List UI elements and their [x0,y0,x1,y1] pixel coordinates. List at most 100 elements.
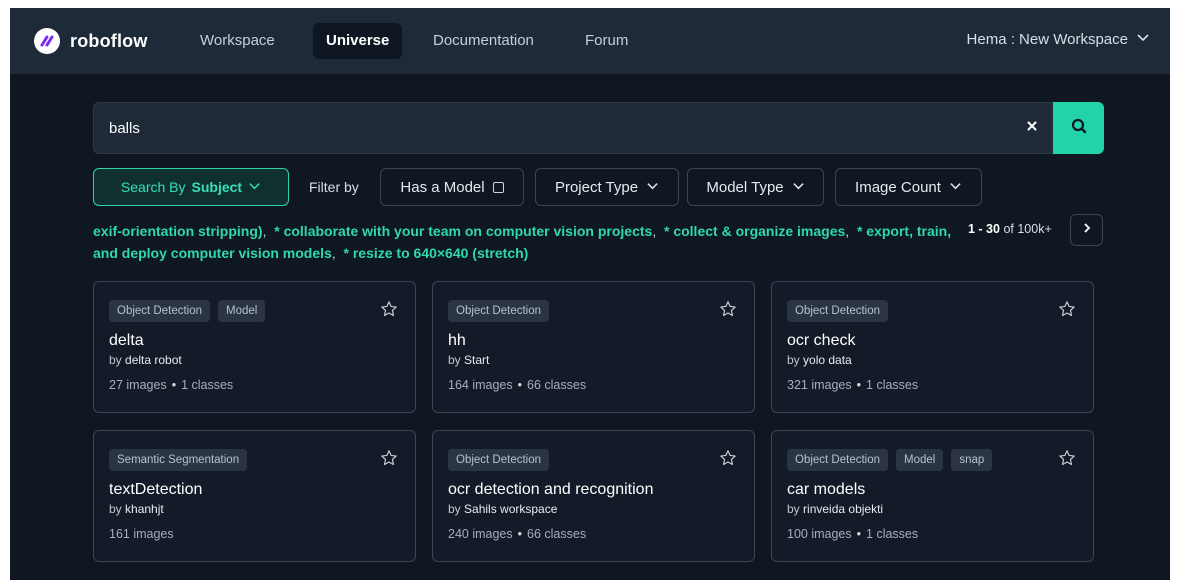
class-count: 1 classes [866,378,919,392]
chevron-down-icon [1136,30,1150,48]
type-badge: Object Detection [448,300,550,322]
card-owner: by delta robot [109,353,182,367]
owner-name: Sahils workspace [464,502,558,516]
project-card[interactable]: Object Detection Model delta by delta ro… [93,281,416,413]
card-owner: by khanhjt [109,502,164,516]
card-title: ocr check [787,332,856,349]
project-card[interactable]: Object Detection hh by Start 164 images •… [432,281,755,413]
chevron-down-icon [248,179,261,195]
tab-forum[interactable]: Forum [572,23,641,59]
chevron-down-icon [949,179,962,196]
class-count: 66 classes [527,527,587,541]
star-icon[interactable] [719,449,737,472]
star-icon[interactable] [380,449,398,472]
card-owner: by Sahils workspace [448,502,558,516]
workspace-name: Hema : New Workspace [966,30,1128,48]
card-badges: Object Detection Model snap [787,449,993,471]
card-title: ocr detection and recognition [448,481,654,498]
has-model-label: Has a Model [400,178,485,196]
project-type-filter[interactable]: Project Type [535,168,679,206]
class-count: 66 classes [527,378,587,392]
owner-name: rinveida objekti [803,502,884,516]
search-icon [1071,118,1087,139]
checkbox-icon [492,181,504,193]
model-type-filter[interactable]: Model Type [687,168,824,206]
search-input[interactable] [94,103,1029,153]
tag-list: exif-orientation stripping), * collabora… [93,223,952,261]
owner-name: yolo data [803,353,852,367]
search-bar [93,102,1104,154]
class-count: 1 classes [866,527,919,541]
workspace-switcher[interactable]: Hema : New Workspace [967,30,1150,48]
card-owner: by rinveida objekti [787,502,884,516]
card-owner: by yolo data [787,353,852,367]
star-icon[interactable] [719,300,737,323]
owner-name: Start [464,353,490,367]
card-meta: 164 images • 66 classes [448,378,587,392]
tag-badge: snap [951,449,993,471]
image-count: 321 images [787,378,852,392]
card-meta: 27 images • 1 classes [109,378,234,392]
card-badges: Object Detection [787,300,889,322]
image-count: 164 images [448,378,513,392]
next-page-button[interactable] [1070,214,1103,246]
image-count: 27 images [109,378,167,392]
tag-item[interactable]: * resize to 640×640 (stretch) [344,245,529,261]
card-title: car models [787,481,866,498]
filter-by-label: Filter by [309,179,359,195]
image-count: 161 images [109,527,174,541]
clear-search-button[interactable] [1022,117,1042,137]
card-title: textDetection [109,481,203,498]
card-title: hh [448,332,466,349]
model-badge: Model [896,449,944,471]
pagination-range: 1 - 30 [968,222,1000,236]
card-owner: by Start [448,353,490,367]
image-count: 100 images [787,527,852,541]
image-count-label: Image Count [855,178,941,196]
tab-documentation[interactable]: Documentation [420,23,547,59]
star-icon[interactable] [1058,300,1076,323]
star-icon[interactable] [1058,449,1076,472]
project-card[interactable]: Object Detection ocr detection and recog… [432,430,755,562]
type-badge: Object Detection [109,300,211,322]
search-button[interactable] [1053,102,1104,154]
card-meta: 240 images • 66 classes [448,527,587,541]
app-window: roboflow Workspace Universe Documentatio… [10,8,1170,580]
chevron-down-icon [646,179,659,196]
brand-logo[interactable]: roboflow [34,28,148,54]
image-count: 240 images [448,527,513,541]
tab-workspace[interactable]: Workspace [187,23,288,59]
image-count-filter[interactable]: Image Count [835,168,982,206]
star-icon[interactable] [380,300,398,323]
chevron-down-icon [792,179,805,196]
type-badge: Object Detection [787,449,889,471]
tag-item[interactable]: * collect & organize images [664,223,845,239]
top-navigation: roboflow Workspace Universe Documentatio… [10,8,1170,74]
card-badges: Object Detection Model [109,300,266,322]
project-card[interactable]: Object Detection Model snap car models b… [771,430,1094,562]
class-count: 1 classes [181,378,234,392]
search-by-value: Subject [191,179,243,195]
project-card[interactable]: Semantic Segmentation textDetection by k… [93,430,416,562]
type-badge: Object Detection [787,300,889,322]
owner-name: khanhjt [125,502,164,516]
project-card[interactable]: Object Detection ocr check by yolo data … [771,281,1094,413]
tab-universe[interactable]: Universe [313,23,403,59]
type-badge: Semantic Segmentation [109,449,248,471]
tag-item[interactable]: * collaborate with your team on computer… [274,223,652,239]
tag-item[interactable]: exif-orientation stripping) [93,223,263,239]
pagination-total: of 100k+ [1003,222,1052,236]
card-meta: 161 images [109,527,174,541]
filter-row: Search By Subject Filter by Has a Model … [93,168,1103,206]
owner-name: delta robot [125,353,182,367]
card-meta: 100 images • 1 classes [787,527,919,541]
search-by-dropdown[interactable]: Search By Subject [93,168,289,206]
has-model-filter[interactable]: Has a Model [380,168,524,206]
brand-name: roboflow [70,30,148,51]
card-badges: Object Detection [448,449,550,471]
card-title: delta [109,332,144,349]
model-badge: Model [218,300,266,322]
project-type-label: Project Type [554,178,639,196]
card-badges: Semantic Segmentation [109,449,248,471]
close-icon [1027,118,1037,136]
